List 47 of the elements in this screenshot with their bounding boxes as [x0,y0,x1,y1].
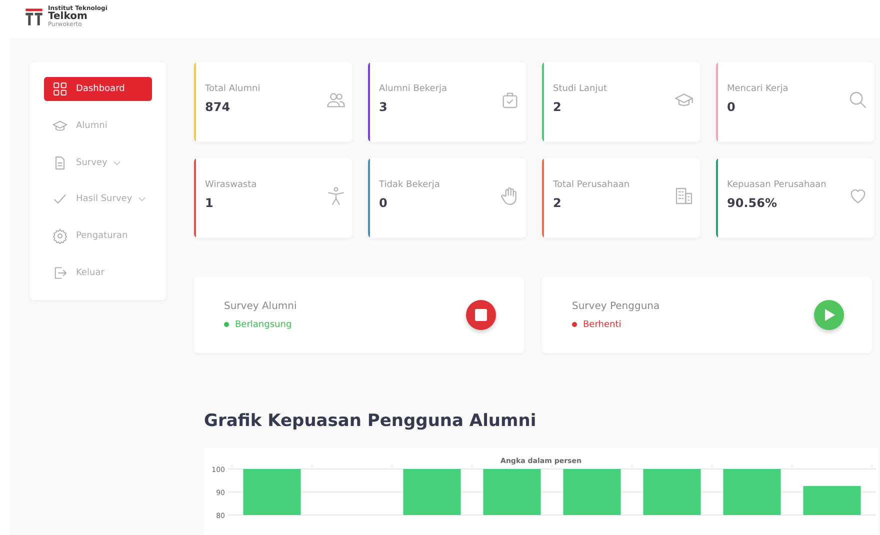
stat-label: Mencari Kerja [727,84,790,94]
bar [563,469,621,515]
search-icon [848,90,868,110]
bar [643,469,701,515]
stat-label: Kepuasan Perusahaan [727,180,828,190]
logo-text: Telkom [48,12,88,22]
stat-value: 2 [553,196,562,210]
sidebar-item[interactable]: Pengaturan [44,224,152,248]
stat-label: Studi Lanjut [553,84,608,94]
section-title: Grafik Kepuasan Pengguna Alumni [204,411,538,431]
stat-value: 0 [379,196,388,210]
bar [803,486,861,515]
stat-value: 90.56% [727,196,778,210]
sidebar-item[interactable]: Keluar [44,261,152,285]
stat-value: 0 [727,100,736,114]
sidebar-item[interactable]: Dashboard [44,77,152,101]
play-icon [822,308,836,322]
sidebar-item[interactable]: Survey [44,150,152,174]
logo-icon [24,6,44,28]
status-text: Berhenti [583,320,622,330]
sidebar-item[interactable]: Hasil Survey [44,187,152,212]
survey-title: Survey Pengguna [572,300,660,312]
stat-value: 2 [553,100,562,114]
bar [723,469,781,515]
person-icon [326,186,346,206]
survey-title: Survey Alumni [224,300,297,312]
building-icon [674,186,694,206]
stat-label: Wiraswasta [205,180,258,190]
bar [243,469,301,515]
people-icon [326,90,346,110]
logout-icon [52,265,68,282]
stat-label: Total Perusahaan [553,180,631,190]
bag-check-icon [500,90,520,110]
sidebar-item[interactable]: Alumni [44,114,152,138]
stop-icon [474,308,488,322]
bar [483,469,541,515]
stop-button[interactable] [466,300,496,330]
stat-value: 874 [205,100,232,114]
stat-value: 3 [379,100,388,114]
stat-label: Tidak Bekerja [379,180,441,190]
grid-icon [52,80,68,97]
stat-label: Total Alumni [205,84,262,94]
bar [403,469,461,515]
stat-value: 1 [205,196,214,210]
settings-icon [52,228,68,244]
stat-label: Alumni Bekerja [379,84,448,94]
status-text: Berlangsung [235,320,292,330]
